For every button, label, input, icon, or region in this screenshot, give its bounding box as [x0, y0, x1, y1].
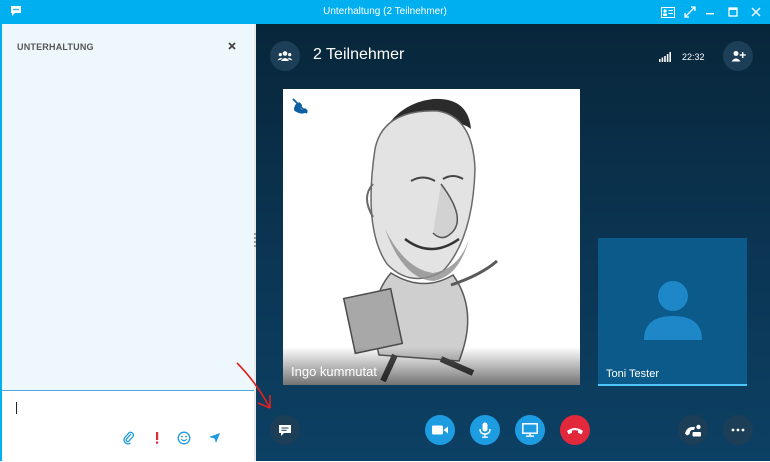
more-options-button[interactable]	[723, 415, 753, 445]
annotation-arrow-icon	[236, 362, 271, 409]
send-icon	[208, 433, 220, 443]
conversation-pane: UNTERHALTUNG	[2, 24, 254, 462]
minimize-icon	[706, 13, 714, 15]
self-participant-name: Toni Tester	[606, 368, 659, 380]
conversation-header: UNTERHALTUNG	[17, 42, 94, 52]
add-participant-button[interactable]	[723, 41, 753, 71]
microphone-button[interactable]	[470, 415, 500, 445]
call-stage: 2 Teilnehmer 22:32 Ingo kummutat Toni Te…	[256, 24, 770, 461]
call-quality-icon	[659, 52, 671, 62]
minimize-button[interactable]	[699, 0, 721, 24]
close-window-button[interactable]	[745, 0, 767, 24]
hang-up-icon	[567, 427, 583, 434]
contact-card-button[interactable]	[657, 0, 679, 24]
video-icon	[432, 425, 448, 435]
self-video-tile[interactable]: Toni Tester	[598, 238, 747, 386]
maximize-icon	[728, 7, 738, 17]
participants-button[interactable]	[270, 41, 300, 71]
window-title: Unterhaltung (2 Teilnehmer)	[323, 6, 447, 17]
avatar-placeholder-icon	[644, 281, 702, 340]
emoticon-icon	[177, 431, 191, 445]
chat-icon	[279, 424, 291, 436]
maximize-button[interactable]	[722, 0, 744, 24]
attach-file-button[interactable]	[122, 431, 136, 445]
title-bar: Unterhaltung (2 Teilnehmer)	[0, 0, 770, 24]
self-tile-underline	[598, 384, 747, 386]
fullscreen-button[interactable]	[679, 0, 701, 24]
close-icon	[751, 7, 761, 17]
add-person-icon	[731, 51, 746, 62]
more-options-icon	[731, 428, 745, 432]
text-cursor	[16, 402, 17, 414]
participants-icon	[277, 51, 293, 61]
call-duration: 22:32	[682, 52, 705, 62]
expand-icon	[684, 6, 696, 18]
video-button[interactable]	[425, 415, 455, 445]
microphone-icon	[479, 422, 491, 438]
hang-up-button[interactable]	[560, 415, 590, 445]
main-participant-name: Ingo kummutat	[291, 364, 377, 379]
present-screen-icon	[522, 423, 538, 437]
important-icon	[156, 432, 159, 444]
main-participant-video[interactable]: Ingo kummutat	[283, 89, 580, 385]
contact-card-icon	[661, 6, 675, 18]
mark-important-button[interactable]	[150, 431, 164, 445]
message-compose-box[interactable]	[2, 390, 254, 462]
muted-call-icon	[292, 98, 308, 114]
emoticon-button[interactable]	[177, 431, 191, 445]
call-controls-icon	[685, 424, 701, 436]
participants-count: 2 Teilnehmer	[313, 46, 405, 63]
share-screen-button[interactable]	[515, 415, 545, 445]
show-chat-button[interactable]	[270, 415, 300, 445]
close-conversation-icon[interactable]	[226, 40, 238, 52]
caricature-video-frame	[283, 89, 580, 385]
call-controls-button[interactable]	[678, 415, 708, 445]
send-button[interactable]	[207, 431, 221, 445]
attach-icon	[123, 431, 134, 445]
